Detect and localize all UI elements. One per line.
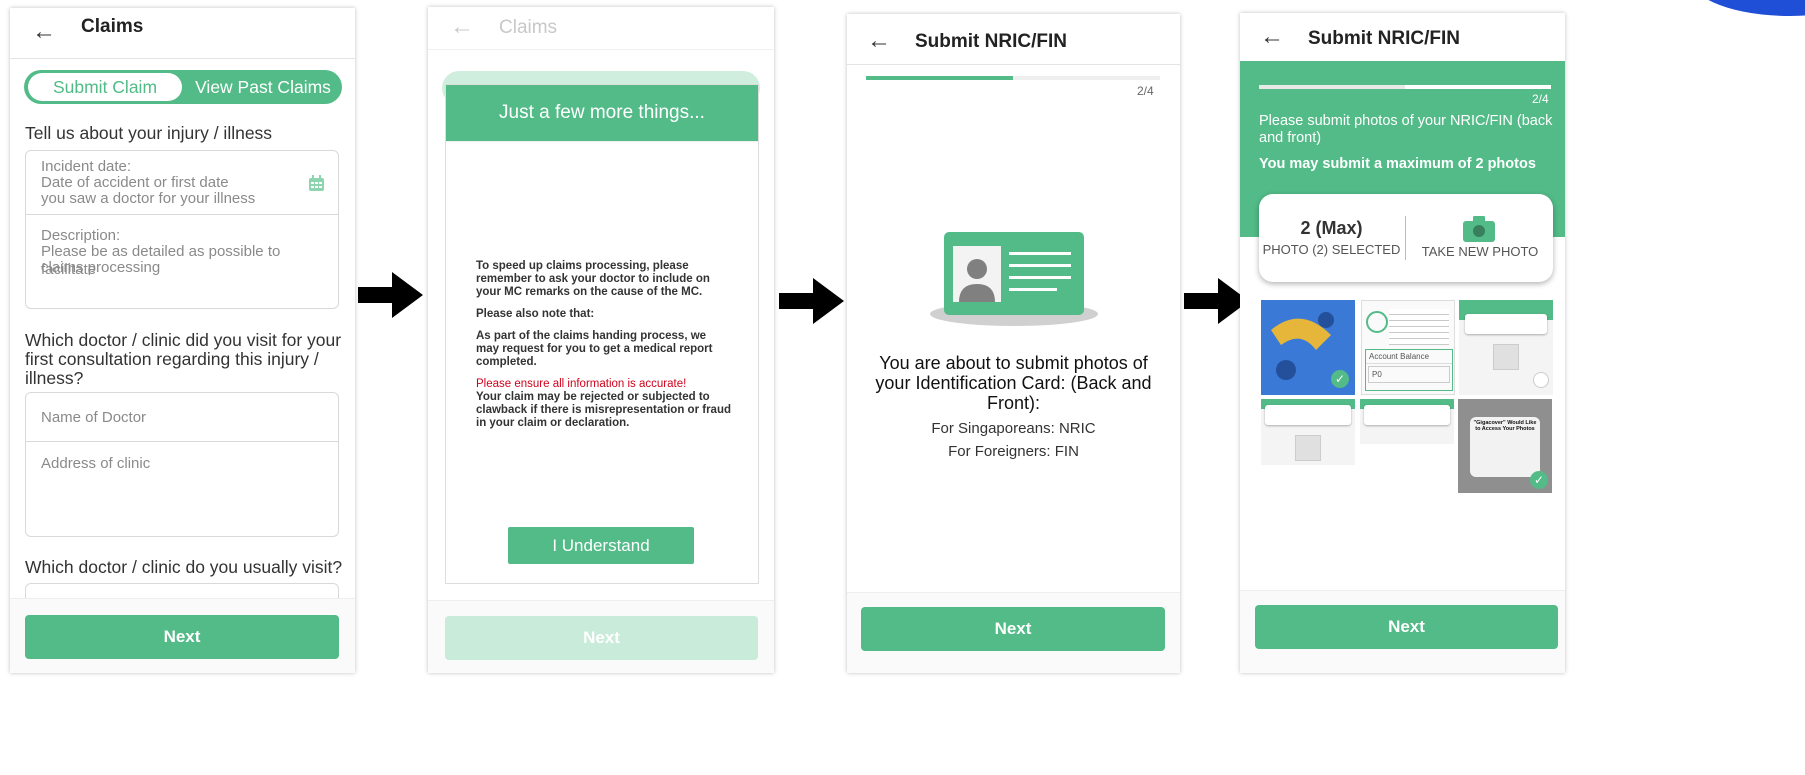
card-divider bbox=[1405, 216, 1406, 260]
progress-track bbox=[1259, 85, 1551, 89]
modal-header-underline bbox=[446, 141, 758, 142]
intro-text: You are about to submit photos of your I… bbox=[847, 353, 1180, 413]
thumb-card bbox=[1364, 405, 1450, 425]
screen-submit-nric-intro: ← Submit NRIC/FIN 2/4 You are about to s… bbox=[847, 14, 1180, 673]
id-card-icon bbox=[930, 232, 1098, 326]
photo-thumbnail-selected-1[interactable]: ✓ bbox=[1261, 300, 1355, 395]
doctor-clinic-box: Name of Doctor Address of clinic bbox=[25, 392, 339, 537]
photo-count: 2 (Max) bbox=[1300, 218, 1363, 238]
i-understand-button[interactable]: I Understand bbox=[508, 527, 694, 564]
page-title: Submit NRIC/FIN bbox=[1308, 28, 1460, 49]
tab-submit-claim[interactable]: Submit Claim bbox=[28, 73, 182, 101]
back-arrow-icon[interactable]: ← bbox=[867, 27, 891, 55]
modal-paragraph-1: To speed up claims processing, please re… bbox=[476, 260, 710, 298]
instruction-line-2: and front) bbox=[1259, 130, 1322, 146]
screen-claims-form: ← Claims Submit Claim View Past Claims T… bbox=[10, 8, 355, 673]
modal-paragraph-3: As part of the claims handing process, w… bbox=[476, 330, 713, 368]
doctor-name-input[interactable]: Name of Doctor bbox=[26, 393, 338, 442]
intro-line-2: your Identification Card: (Back and bbox=[875, 373, 1152, 393]
photo-thumbnail-5[interactable] bbox=[1360, 399, 1454, 444]
photo-thumbnail-4[interactable] bbox=[1261, 399, 1355, 465]
modal-header: Just a few more things... bbox=[446, 85, 758, 141]
thumb-balance-label: Account Balance bbox=[1366, 350, 1452, 364]
photo-thumbnail-3[interactable] bbox=[1459, 300, 1553, 395]
max-photos-note: You may submit a maximum of 2 photos bbox=[1259, 156, 1536, 172]
question-doctor-3: illness? bbox=[25, 368, 84, 388]
check-icon: ✓ bbox=[1331, 370, 1349, 388]
take-new-photo-button[interactable]: TAKE NEW PHOTO bbox=[1407, 194, 1553, 282]
progress-track bbox=[866, 76, 1160, 80]
page-title: Claims bbox=[81, 16, 144, 37]
corner-decoration bbox=[1690, 0, 1805, 16]
header: ← Claims bbox=[10, 8, 355, 59]
header: ← Submit NRIC/FIN bbox=[847, 14, 1180, 65]
header: ← Submit NRIC/FIN bbox=[1240, 13, 1565, 61]
page-title: Claims bbox=[499, 17, 558, 38]
profile-circle-icon bbox=[1366, 311, 1388, 333]
camera-icon bbox=[1463, 216, 1495, 242]
back-arrow-icon[interactable]: ← bbox=[450, 13, 474, 41]
modal-body: To speed up claims processing, please re… bbox=[476, 260, 732, 430]
photos-selected-label: PHOTO (2) SELECTED bbox=[1262, 242, 1401, 257]
thumb-dialog: "Gigacover" Would Like to Access Your Ph… bbox=[1470, 417, 1540, 477]
thumb-card bbox=[1265, 405, 1351, 425]
photo-thumbnail-2[interactable]: Account Balance P0 bbox=[1361, 300, 1455, 395]
thumb-select-circle bbox=[1533, 372, 1549, 388]
info-modal: Just a few more things... To speed up cl… bbox=[445, 84, 759, 584]
progress-label: 2/4 bbox=[1137, 84, 1154, 98]
thumb-card bbox=[1465, 314, 1547, 334]
intro-line-1: You are about to submit photos of bbox=[879, 353, 1148, 373]
photo-thumbnail-selected-2[interactable]: "Gigacover" Would Like to Access Your Ph… bbox=[1458, 399, 1552, 493]
screen-submit-nric-photos: ← Submit NRIC/FIN 2/4 Please submit phot… bbox=[1240, 13, 1565, 673]
clinic-address-input[interactable]: Address of clinic bbox=[26, 442, 338, 536]
progress-fill bbox=[1259, 85, 1405, 89]
header-faded: ← Claims bbox=[428, 7, 774, 50]
incident-date-hint-2: you saw a doctor for your illness bbox=[41, 190, 256, 207]
check-icon: ✓ bbox=[1530, 471, 1548, 489]
intro-line-3: Front): bbox=[986, 393, 1040, 413]
incident-description-box: Incident date: Date of accident or first… bbox=[25, 150, 339, 309]
modal-paragraph-2: Please also note that: bbox=[476, 308, 595, 320]
back-arrow-icon[interactable]: ← bbox=[32, 18, 56, 46]
question-injury: Tell us about your injury / illness bbox=[25, 123, 273, 143]
next-button[interactable]: Next bbox=[1255, 605, 1558, 649]
description-field[interactable]: Description: Please be as detailed as po… bbox=[26, 215, 338, 308]
doctor-name-placeholder: Name of Doctor bbox=[41, 409, 147, 426]
question-usual-doctor: Which doctor / clinic do you usually vis… bbox=[25, 557, 343, 577]
tab-switcher: Submit Claim View Past Claims bbox=[24, 70, 342, 104]
modal-warning: Please ensure all information is accurat… bbox=[476, 378, 687, 390]
back-arrow-icon[interactable]: ← bbox=[1260, 23, 1284, 51]
arrow-right-icon bbox=[358, 272, 423, 318]
tab-view-past-claims[interactable]: View Past Claims bbox=[188, 73, 338, 101]
progress-label: 2/4 bbox=[1532, 92, 1549, 106]
foreigners-note: For Foreigners: FIN bbox=[948, 443, 1079, 460]
screen-claims-modal: ← Claims Just a few more things... To sp… bbox=[428, 7, 774, 673]
thumb-id-mini bbox=[1295, 435, 1321, 461]
incident-date-field[interactable]: Incident date: Date of accident or first… bbox=[26, 151, 338, 215]
thumb-text-lines bbox=[1389, 309, 1449, 345]
instruction-line-1: Please submit photos of your NRIC/FIN (b… bbox=[1259, 113, 1553, 129]
singaporeans-note: For Singaporeans: NRIC bbox=[931, 420, 1096, 437]
clinic-address-placeholder: Address of clinic bbox=[41, 455, 151, 472]
take-new-photo-label: TAKE NEW PHOTO bbox=[1421, 244, 1539, 259]
page-title: Submit NRIC/FIN bbox=[915, 31, 1067, 52]
photo-counter-card: 2 (Max) PHOTO (2) SELECTED TAKE NEW PHOT… bbox=[1259, 194, 1553, 282]
thumb-id-mini bbox=[1493, 344, 1519, 370]
next-button[interactable]: Next bbox=[25, 615, 339, 659]
thumb-balance-value: P0 bbox=[1368, 366, 1450, 383]
thumb-dialog-title: "Gigacover" Would Like to Access Your Ph… bbox=[1473, 420, 1537, 432]
calendar-icon[interactable] bbox=[308, 175, 325, 192]
next-button[interactable]: Next bbox=[861, 607, 1165, 651]
arrow-right-icon bbox=[779, 278, 844, 324]
thumb-balance-box: Account Balance P0 bbox=[1365, 349, 1453, 391]
progress-fill bbox=[866, 76, 1013, 80]
next-button-disabled[interactable]: Next bbox=[445, 616, 758, 660]
modal-paragraph-4: Your claim may be rejected or subjected … bbox=[476, 391, 731, 429]
description-hint-2: claims processing bbox=[41, 259, 161, 276]
